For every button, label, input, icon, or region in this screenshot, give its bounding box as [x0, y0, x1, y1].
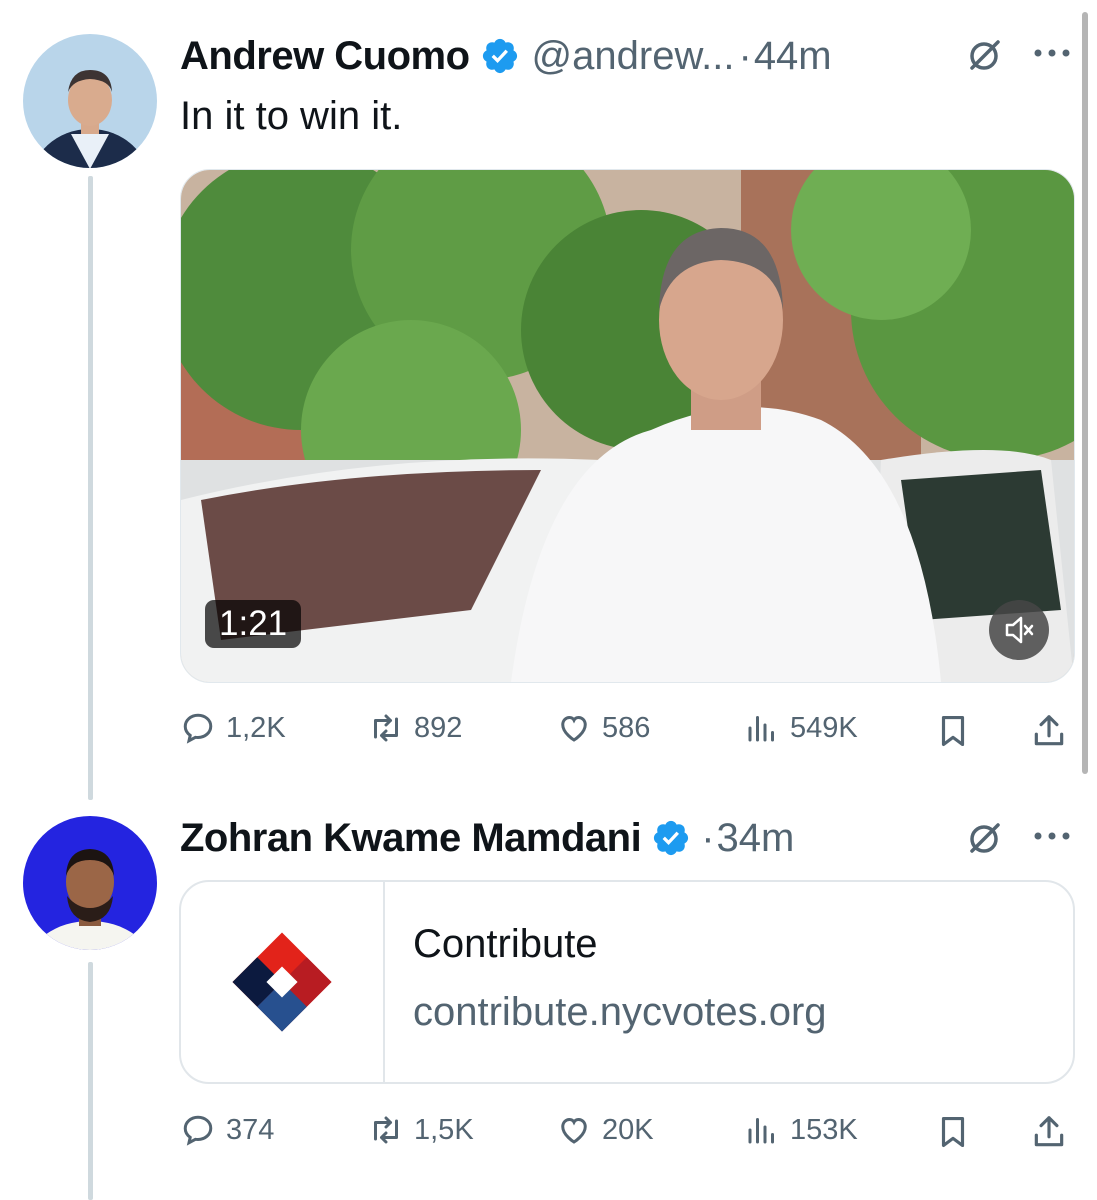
repost-icon: [374, 714, 398, 742]
share-icon[interactable]: [1030, 1113, 1068, 1151]
more-icon[interactable]: [1032, 829, 1072, 843]
timestamp[interactable]: 34m: [717, 816, 795, 861]
views-icon: [748, 1118, 774, 1144]
card-thumbnail: [181, 882, 385, 1082]
reply-icon: [183, 713, 213, 744]
views-count: 153K: [790, 1113, 858, 1146]
reply-button[interactable]: 374: [180, 1112, 274, 1148]
verified-badge-icon: [654, 820, 689, 856]
tweet-header: Zohran Kwame Mamdani · 34m: [180, 810, 794, 866]
repost-count: 892: [414, 711, 463, 744]
like-count: 20K: [602, 1113, 654, 1146]
like-icon: [561, 1117, 587, 1144]
views-button[interactable]: 549K: [744, 710, 858, 746]
time-separator: ·: [701, 815, 715, 860]
avatar[interactable]: [23, 816, 157, 950]
tweet-text: In it to win it.: [180, 94, 403, 138]
video-duration-badge: 1:21: [205, 600, 302, 648]
time-separator: ·: [738, 33, 752, 78]
video-thumbnail: [181, 170, 1074, 682]
like-button[interactable]: 20K: [556, 1112, 654, 1148]
scrollbar[interactable]: [1082, 12, 1088, 774]
share-icon[interactable]: [1030, 712, 1068, 750]
grok-icon[interactable]: [966, 38, 1002, 74]
card-title: Contribute: [413, 922, 598, 966]
author-name[interactable]: Zohran Kwame Mamdani: [180, 816, 642, 861]
views-count: 549K: [790, 711, 858, 744]
like-icon: [561, 715, 587, 742]
author-handle[interactable]: @andrew...: [532, 34, 735, 79]
mute-icon: [1005, 616, 1034, 644]
repost-button[interactable]: 892: [368, 710, 462, 746]
tweet-video[interactable]: 1:21: [180, 169, 1075, 683]
like-button[interactable]: 586: [556, 710, 650, 746]
bookmark-icon[interactable]: [934, 1113, 972, 1151]
link-card[interactable]: Contribute contribute.nycvotes.org: [179, 880, 1075, 1084]
grok-icon[interactable]: [966, 821, 1002, 857]
timestamp[interactable]: 44m: [754, 34, 832, 79]
reply-button[interactable]: 1,2K: [180, 710, 286, 746]
thread-line: [88, 962, 93, 1200]
like-count: 586: [602, 711, 651, 744]
thread-line: [88, 176, 93, 800]
reply-icon: [183, 1115, 213, 1146]
author-name[interactable]: Andrew Cuomo: [180, 34, 470, 79]
repost-icon: [374, 1116, 398, 1144]
bookmark-icon[interactable]: [934, 712, 972, 750]
logo-icon: [232, 932, 332, 1032]
card-domain: contribute.nycvotes.org: [413, 990, 827, 1034]
reply-count: 1,2K: [226, 711, 286, 744]
reply-count: 374: [226, 1113, 275, 1146]
mute-button[interactable]: [989, 600, 1049, 660]
more-icon[interactable]: [1032, 46, 1072, 60]
tweet-header: Andrew Cuomo @andrew... · 44m: [180, 28, 832, 84]
verified-badge-icon: [482, 38, 517, 74]
views-button[interactable]: 153K: [744, 1112, 858, 1148]
views-icon: [748, 716, 774, 742]
repost-button[interactable]: 1,5K: [368, 1112, 474, 1148]
avatar[interactable]: [23, 34, 157, 168]
repost-count: 1,5K: [414, 1113, 474, 1146]
